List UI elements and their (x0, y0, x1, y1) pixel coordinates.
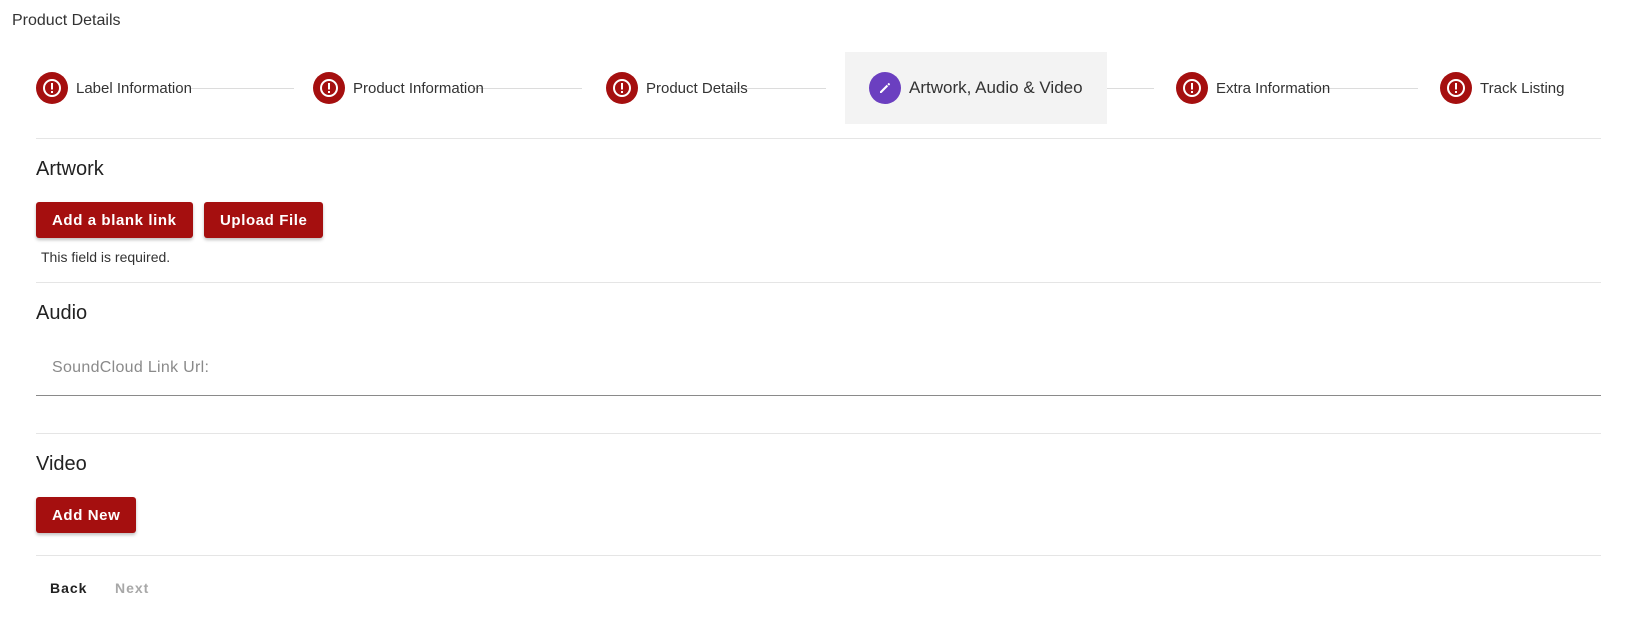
stepper-connector (190, 88, 294, 89)
pencil-icon (869, 72, 901, 104)
step-label: Track Listing (1480, 79, 1565, 97)
artwork-required-error: This field is required. (41, 249, 171, 265)
step-label: Product Details (646, 79, 748, 97)
stepper: Label Information Product Information Pr… (36, 52, 1601, 124)
step-artwork-audio-video[interactable]: Artwork, Audio & Video (845, 52, 1107, 124)
step-label: Product Information (353, 79, 484, 97)
upload-file-button[interactable]: Upload File (204, 202, 324, 238)
divider (36, 555, 1601, 556)
artwork-section-title: Artwork (36, 158, 104, 180)
step-label-information[interactable]: Label Information (36, 52, 192, 124)
next-button[interactable]: Next (115, 576, 149, 600)
step-label: Label Information (76, 79, 192, 97)
divider (36, 138, 1601, 139)
step-product-information[interactable]: Product Information (313, 52, 484, 124)
page-title: Product Details (12, 12, 121, 29)
step-extra-information[interactable]: Extra Information (1176, 52, 1330, 124)
back-button[interactable]: Back (50, 576, 87, 600)
error-icon (313, 72, 345, 104)
step-product-details[interactable]: Product Details (606, 52, 748, 124)
step-track-listing[interactable]: Track Listing (1440, 52, 1564, 124)
video-section-title: Video (36, 453, 87, 475)
error-icon (1440, 72, 1472, 104)
stepper-connector (472, 88, 582, 89)
soundcloud-link-input[interactable] (36, 340, 1601, 396)
error-icon (606, 72, 638, 104)
audio-section-title: Audio (36, 302, 88, 324)
divider (36, 433, 1601, 434)
error-icon (36, 72, 68, 104)
add-blank-link-button[interactable]: Add a blank link (36, 202, 193, 238)
divider (36, 282, 1601, 283)
step-label: Artwork, Audio & Video (909, 78, 1083, 97)
error-icon (1176, 72, 1208, 104)
add-new-video-button[interactable]: Add New (36, 497, 137, 533)
step-label: Extra Information (1216, 79, 1331, 97)
